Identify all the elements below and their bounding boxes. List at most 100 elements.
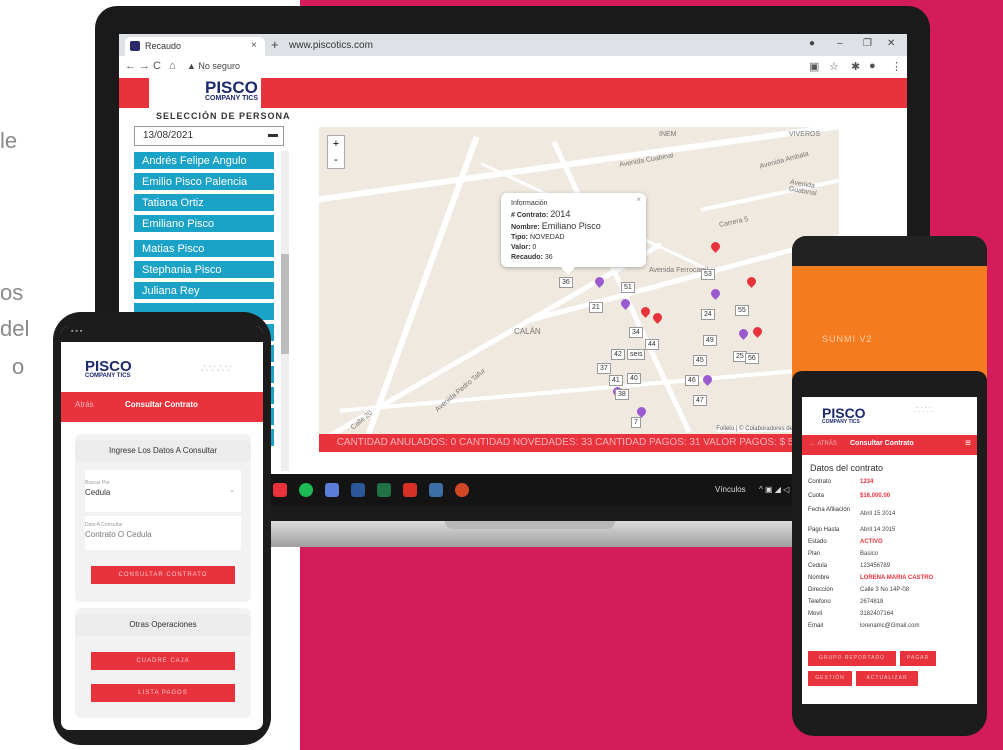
- map-label: Avenida Ferrocarril: [649, 267, 709, 274]
- map-marker[interactable]: 42: [611, 349, 625, 360]
- reload-icon[interactable]: C: [153, 60, 161, 72]
- contract-row: Pago Hasta Abril 14 2015: [808, 527, 896, 533]
- pdf-icon[interactable]: [403, 483, 417, 497]
- spotify-icon[interactable]: [299, 483, 313, 497]
- map-marker[interactable]: 24: [701, 309, 715, 320]
- map-marker[interactable]: 56: [745, 353, 759, 364]
- back-icon[interactable]: ←: [125, 60, 136, 72]
- map-marker[interactable]: 55: [735, 305, 749, 316]
- map-marker[interactable]: 21: [589, 302, 603, 313]
- menu-dots-icon[interactable]: ⋮: [891, 60, 902, 73]
- data-input[interactable]: Dato A Consultar Contrato O Cedula: [85, 516, 241, 550]
- map-marker[interactable]: 46: [685, 375, 699, 386]
- map-marker[interactable]: 49: [703, 335, 717, 346]
- map-marker[interactable]: 37: [597, 363, 611, 374]
- pagar-button[interactable]: PAGAR: [900, 651, 936, 666]
- map-marker[interactable]: 40: [627, 373, 641, 384]
- map-marker[interactable]: 36: [559, 277, 573, 288]
- word-icon[interactable]: [351, 483, 365, 497]
- zoom-in-icon[interactable]: +: [328, 136, 344, 152]
- restore-icon[interactable]: ❐: [863, 38, 872, 49]
- taskbar-app-icon[interactable]: [273, 483, 287, 497]
- person-item[interactable]: Andrés Felipe Angulo: [133, 151, 275, 170]
- popup-heading: Información: [511, 200, 548, 207]
- person-item[interactable]: Tatiana Ortiz: [133, 193, 275, 212]
- map-marker[interactable]: 51: [621, 282, 635, 293]
- popup-recaudo: Recaudo: 36: [511, 254, 553, 261]
- bookmark-star-icon[interactable]: ☆: [829, 60, 839, 73]
- laptop-notch: [445, 521, 615, 529]
- person-item[interactable]: Stephania Pisco: [133, 260, 275, 279]
- contract-row: Fecha Afiliación Abril 15 2014: [808, 507, 896, 517]
- map-pin-icon[interactable]: [709, 287, 722, 300]
- zoom-out-icon[interactable]: -: [328, 152, 344, 168]
- cuadre-caja-button[interactable]: CUADRE CAJA: [91, 652, 235, 670]
- popup-valor: Valor: 0: [511, 244, 537, 251]
- map-pin-icon[interactable]: [737, 327, 750, 340]
- person-item[interactable]: Emilio Pisco Palencia: [133, 172, 275, 191]
- actualizar-button[interactable]: ACTUALIZAR: [856, 671, 918, 686]
- pos-screen: PISCO COMPANY TICS ∴∵∴ ← ATRÁS Consultar…: [802, 397, 977, 704]
- map-marker[interactable]: 38: [615, 389, 629, 400]
- list-scroll-thumb[interactable]: [281, 254, 289, 354]
- back-button[interactable]: Atrás: [75, 400, 94, 409]
- phone-header-bar: Atrás Consultar Contrato: [61, 392, 263, 422]
- minimize-icon[interactable]: –: [837, 38, 843, 49]
- consult-button[interactable]: CONSULTAR CONTRATO: [91, 566, 235, 584]
- consult-card: Ingrese Los Datos A Consultar Buscar Por…: [75, 434, 251, 602]
- map-marker[interactable]: 53: [701, 269, 715, 280]
- map-pin-icon[interactable]: [639, 305, 652, 318]
- taskbar-links[interactable]: Vínculos: [715, 485, 746, 494]
- side-text-4: o: [12, 354, 25, 379]
- excel-icon[interactable]: [377, 483, 391, 497]
- forward-icon[interactable]: →: [139, 60, 150, 72]
- map-marker[interactable]: seis: [627, 349, 646, 360]
- browser-tab[interactable]: Recaudo ×: [125, 37, 265, 56]
- gestion-button[interactable]: GESTIÓN: [808, 671, 852, 686]
- map-pin-icon[interactable]: [751, 325, 764, 338]
- map-pin-icon[interactable]: [635, 405, 648, 418]
- grupo-reportado-button[interactable]: GRUPO REPORTADO: [808, 651, 896, 666]
- tray-icons[interactable]: ^ ▣ ◢ ◁: [759, 485, 789, 494]
- photos-icon[interactable]: [429, 483, 443, 497]
- map-marker[interactable]: 45: [693, 355, 707, 366]
- profile-dot-icon[interactable]: ●: [809, 38, 815, 49]
- translate-icon[interactable]: ▣: [809, 60, 819, 73]
- map-pin-icon[interactable]: [651, 311, 664, 324]
- zoom-control[interactable]: + -: [327, 135, 345, 169]
- contract-row: Telefono 2674818: [808, 599, 884, 605]
- new-tab-icon[interactable]: +: [271, 37, 279, 52]
- calendar-icon[interactable]: ▬: [268, 129, 278, 140]
- contract-row: Cuota $16,000.00: [808, 493, 891, 499]
- person-item[interactable]: Matias Pisco: [133, 239, 275, 258]
- not-secure-label[interactable]: ▲ No seguro: [187, 61, 240, 71]
- popup-close-icon[interactable]: ×: [636, 195, 641, 205]
- map-marker[interactable]: 34: [629, 327, 643, 338]
- lista-pagos-button[interactable]: LISTA PAGOS: [91, 684, 235, 702]
- taskbar-app-icon[interactable]: [325, 483, 339, 497]
- logo: PISCO COMPANY TICS: [149, 78, 261, 108]
- home-icon[interactable]: ⌂: [169, 60, 176, 72]
- back-button[interactable]: ← ATRÁS: [810, 441, 837, 447]
- hamburger-menu-icon[interactable]: ≡: [965, 438, 971, 449]
- pos-device: SUNMI V2 PISCO COMPANY TICS ∴∵∴ ← ATRÁS …: [792, 236, 987, 736]
- date-input[interactable]: 13/08/2021 ▬: [134, 126, 284, 146]
- avatar-icon[interactable]: ●: [869, 60, 876, 72]
- window-close-icon[interactable]: ✕: [887, 38, 895, 49]
- map-marker[interactable]: 47: [693, 395, 707, 406]
- extensions-icon[interactable]: ✱: [851, 60, 860, 73]
- map-marker[interactable]: 41: [609, 375, 623, 386]
- map-pin-icon[interactable]: [709, 240, 722, 253]
- map-marker[interactable]: 44: [645, 339, 659, 350]
- map-marker[interactable]: 7: [631, 417, 641, 428]
- search-by-select[interactable]: Buscar Por Cedula ⌄: [85, 470, 241, 512]
- map-pin-icon[interactable]: [701, 373, 714, 386]
- phone-title: Consultar Contrato: [125, 400, 198, 409]
- map-pin-icon[interactable]: [745, 275, 758, 288]
- map[interactable]: Avenida Cuabinal Carrera 5 Avenida Guabi…: [319, 127, 839, 434]
- phone-status-bar: ▪ ▪ ▪: [61, 326, 263, 342]
- tab-close-icon[interactable]: ×: [251, 40, 257, 51]
- person-item[interactable]: Juliana Rey: [133, 281, 275, 300]
- person-item[interactable]: Emiliano Pisco: [133, 214, 275, 233]
- powerpoint-icon[interactable]: [455, 483, 469, 497]
